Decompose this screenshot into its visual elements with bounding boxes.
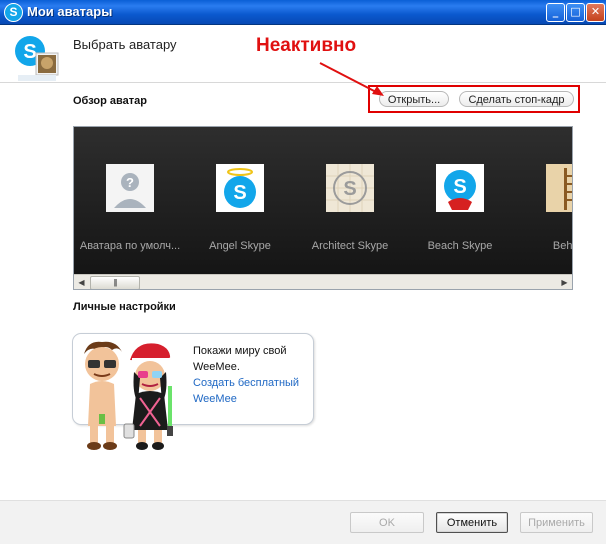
weemee-promo-text: Покажи миру свой WeeMee.: [193, 345, 287, 373]
avatar-label: Angel Skype: [209, 240, 271, 252]
gallery-viewport: ? S S S Аватара по умолч... Angel Skype …: [74, 127, 572, 274]
title-bar: S Мои аватары _ □ ✕: [0, 0, 606, 25]
svg-text:S: S: [233, 182, 246, 204]
ok-button[interactable]: OK: [350, 512, 424, 533]
avatar-label: Аватара по умолч...: [79, 240, 181, 252]
scroll-thumb[interactable]: |||: [90, 276, 140, 289]
create-weemee-link[interactable]: Создать бесплатный WeeMee: [193, 375, 308, 407]
page-title: Выбрать аватару: [73, 37, 177, 52]
inactive-annotation: Неактивно: [256, 35, 357, 56]
personal-settings-heading: Личные настройки: [73, 301, 176, 313]
close-button[interactable]: ✕: [586, 3, 605, 22]
default-avatar-icon[interactable]: ?: [106, 164, 154, 212]
avatar-overview-heading: Обзор аватар: [73, 95, 147, 107]
minimize-button[interactable]: _: [546, 3, 565, 22]
scroll-left-icon[interactable]: ◀: [74, 275, 89, 289]
dialog-footer: [0, 501, 606, 544]
cancel-button[interactable]: Отменить: [436, 512, 508, 533]
skype-app-icon: S: [4, 3, 23, 22]
weemee-characters-image: [84, 341, 177, 450]
maximize-button[interactable]: □: [566, 3, 585, 22]
horizontal-scrollbar[interactable]: ◀ ||| ▶: [74, 274, 572, 289]
avatar-label: Behind: [552, 240, 573, 252]
current-avatar-icon: S: [15, 36, 59, 81]
svg-text:S: S: [343, 178, 356, 200]
svg-text:?: ?: [126, 175, 134, 190]
beach-skype-icon[interactable]: S: [436, 164, 484, 212]
avatar-label: Architect Skype: [311, 240, 389, 252]
scroll-right-icon[interactable]: ▶: [557, 275, 572, 289]
svg-text:S: S: [453, 176, 466, 198]
svg-text:S: S: [23, 41, 36, 63]
behind-icon[interactable]: [546, 164, 573, 212]
avatar-gallery[interactable]: ? S S S Аватара по умолч... Angel Skype …: [73, 126, 573, 290]
apply-button[interactable]: Применить: [520, 512, 593, 533]
window-title: Мои аватары: [27, 4, 113, 19]
architect-skype-icon[interactable]: S: [326, 164, 374, 212]
annotation-highlight-box: [368, 85, 580, 113]
avatar-label: Beach Skype: [427, 240, 493, 252]
header-divider: [0, 82, 606, 83]
angel-skype-icon[interactable]: S: [216, 164, 264, 212]
